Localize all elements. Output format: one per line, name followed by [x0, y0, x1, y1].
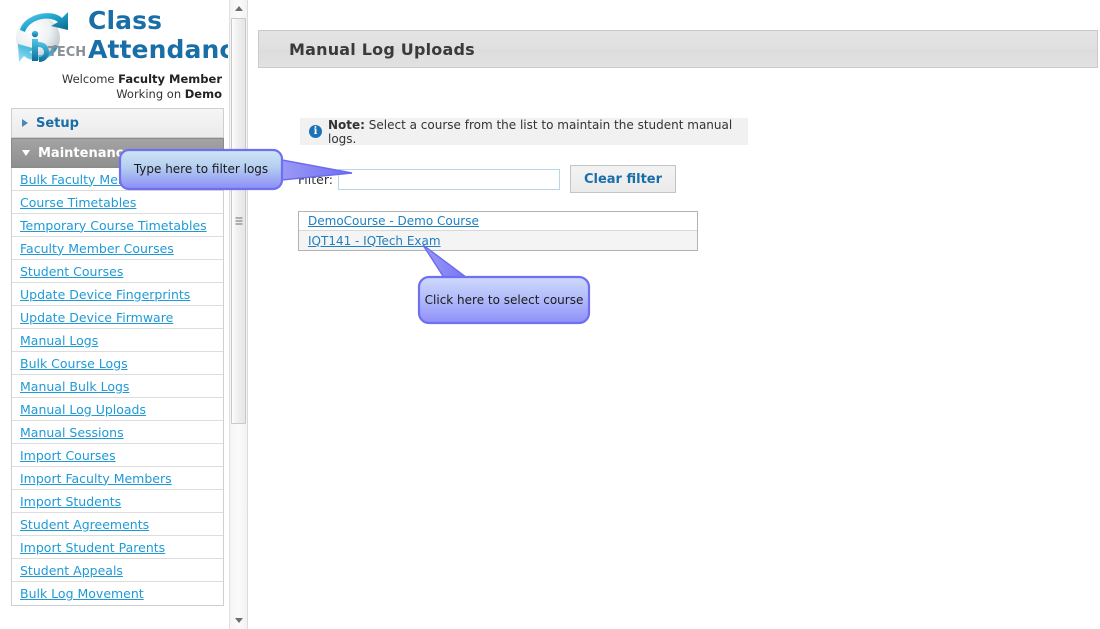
sidebar-item[interactable]: Import Courses — [12, 444, 223, 467]
sidebar-item[interactable]: Update Device Firmware — [12, 306, 223, 329]
brand-title-line2: Attendance — [88, 35, 228, 64]
brand-header: TECH Class Attendance Welcome Faculty Me… — [0, 0, 228, 108]
logo-wordmark: TECH — [48, 45, 86, 60]
chevron-right-icon — [22, 119, 28, 127]
iqtech-globe-logo-icon: TECH — [16, 12, 86, 62]
page-title: Manual Log Uploads — [289, 39, 475, 59]
sidebar-item[interactable]: Bulk Course Logs — [12, 352, 223, 375]
sidebar-item[interactable]: Import Students — [12, 490, 223, 513]
sidebar-item[interactable]: Manual Bulk Logs — [12, 375, 223, 398]
filter-input[interactable] — [337, 168, 560, 190]
scroll-up-arrow-icon[interactable] — [230, 0, 247, 17]
note-banner: i Note: Select a course from the list to… — [300, 118, 748, 146]
course-link[interactable]: IQT141 - IQTech Exam — [308, 234, 441, 248]
sidebar-item[interactable]: Temporary Course Timetables — [12, 214, 223, 237]
working-line: Working on Demo — [40, 87, 222, 102]
sidebar-item[interactable]: Bulk Log Movement — [12, 582, 223, 605]
scrollbar-thumb-grip-icon — [235, 217, 242, 225]
callout-course-label: Click here to select course — [424, 293, 584, 307]
sidebar-item[interactable]: Manual Log Uploads — [12, 398, 223, 421]
chevron-down-icon — [22, 150, 30, 156]
filter-row: Filter: Clear filter — [298, 165, 677, 193]
scroll-down-arrow-icon[interactable] — [230, 612, 247, 629]
app-window: TECH Class Attendance Welcome Faculty Me… — [0, 0, 1100, 629]
sidebar-item-label[interactable]: Import Courses — [20, 448, 116, 463]
sidebar-item-label[interactable]: Faculty Member Courses — [20, 241, 174, 256]
sidebar-item[interactable]: Import Faculty Members — [12, 467, 223, 490]
brand-subtitle: Welcome Faculty Member Working on Demo — [40, 72, 222, 102]
sidebar-item-label[interactable]: Temporary Course Timetables — [20, 218, 207, 233]
sidebar-item-label[interactable]: Manual Log Uploads — [20, 402, 146, 417]
welcome-line: Welcome Faculty Member — [40, 72, 222, 87]
sidebar-menu-list: Bulk Faculty Member Logs Course Timetable… — [11, 168, 224, 606]
course-list-item[interactable]: DemoCourse - Demo Course — [299, 212, 697, 231]
sidebar-item-label[interactable]: Course Timetables — [20, 195, 136, 210]
sidebar-item[interactable]: Student Agreements — [12, 513, 223, 536]
sidebar-item[interactable]: Student Appeals — [12, 559, 223, 582]
nav-group-maintenance-label: Maintenance — [38, 145, 133, 161]
sidebar-item-label[interactable]: Student Courses — [20, 264, 123, 279]
main-content: Manual Log Uploads i Note: Select a cour… — [258, 0, 1100, 629]
sidebar-item[interactable]: Manual Logs — [12, 329, 223, 352]
sidebar-item-label[interactable]: Bulk Log Movement — [20, 586, 144, 601]
sidebar-item-label[interactable]: Import Students — [20, 494, 121, 509]
sidebar-item-label[interactable]: Student Agreements — [20, 517, 149, 532]
left-sidebar: TECH Class Attendance Welcome Faculty Me… — [0, 0, 228, 629]
nav-group-setup[interactable]: Setup — [11, 108, 224, 138]
sidebar-item-label[interactable]: Manual Sessions — [20, 425, 124, 440]
note-text: Note: Select a course from the list to m… — [328, 118, 748, 146]
course-list: DemoCourse - Demo Course IQT141 - IQTech … — [298, 211, 698, 251]
welcome-user: Faculty Member — [118, 72, 222, 86]
sidebar-item-label[interactable]: Manual Logs — [20, 333, 98, 348]
clear-filter-button[interactable]: Clear filter — [569, 165, 677, 193]
sidebar-item[interactable]: Import Student Parents — [12, 536, 223, 559]
sidebar-item-label[interactable]: Update Device Fingerprints — [20, 287, 190, 302]
callout-filter-label: Type here to filter logs — [133, 162, 269, 176]
nav-group-setup-label: Setup — [36, 115, 79, 131]
sidebar-item-label[interactable]: Manual Bulk Logs — [20, 379, 129, 394]
sidebar-item-label[interactable]: Student Appeals — [20, 563, 123, 578]
filter-label: Filter: — [298, 171, 333, 187]
welcome-prefix: Welcome — [61, 72, 119, 86]
sidebar-scrollbar[interactable] — [229, 0, 248, 629]
working-prefix: Working on — [116, 87, 185, 101]
sidebar-item-label[interactable]: Import Student Parents — [20, 540, 165, 555]
scrollbar-thumb[interactable] — [231, 18, 246, 424]
brand-title-line1: Class — [88, 6, 163, 35]
note-body: Select a course from the list to maintai… — [328, 117, 733, 146]
note-label: Note: — [328, 117, 365, 132]
course-list-item[interactable]: IQT141 - IQTech Exam — [299, 231, 697, 250]
page-brand-title: Class Attendance — [88, 6, 228, 64]
info-icon: i — [309, 125, 322, 138]
sidebar-item-label[interactable]: Bulk Course Logs — [20, 356, 128, 371]
page-header-bar: Manual Log Uploads — [258, 30, 1098, 68]
working-value: Demo — [184, 87, 222, 101]
sidebar-item-label[interactable]: Import Faculty Members — [20, 471, 172, 486]
sidebar-item[interactable]: Faculty Member Courses — [12, 237, 223, 260]
course-link[interactable]: DemoCourse - Demo Course — [308, 214, 479, 228]
sidebar-item[interactable]: Course Timetables — [12, 191, 223, 214]
sidebar-item[interactable]: Student Courses — [12, 260, 223, 283]
sidebar-item-label[interactable]: Update Device Firmware — [20, 310, 173, 325]
sidebar-item[interactable]: Update Device Fingerprints — [12, 283, 223, 306]
sidebar-item[interactable]: Manual Sessions — [12, 421, 223, 444]
